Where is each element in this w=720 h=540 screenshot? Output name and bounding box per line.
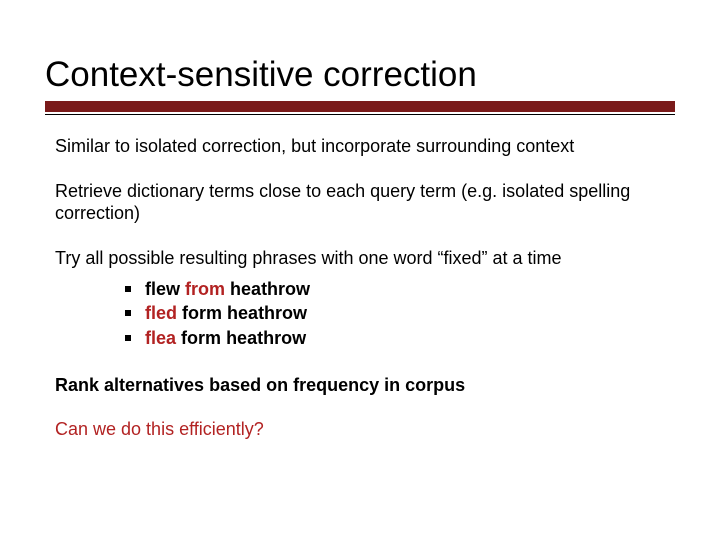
title-rule-dark [45,101,675,112]
list-item-text: fled form heathrow [145,301,307,325]
example-list: flew from heathrowfled form heathrowflea… [55,277,675,350]
list-item-text: flew from heathrow [145,277,310,301]
list-item: flew from heathrow [125,277,675,301]
square-bullet-icon [125,310,131,316]
list-item: fled form heathrow [125,301,675,325]
list-item-text: flea form heathrow [145,326,306,350]
paragraph-2: Retrieve dictionary terms close to each … [55,180,675,225]
paragraph-5: Can we do this efficiently? [55,418,675,441]
paragraph-3: Try all possible resulting phrases with … [55,247,675,270]
slide: Context-sensitive correction Similar to … [0,0,720,540]
square-bullet-icon [125,286,131,292]
paragraph-4: Rank alternatives based on frequency in … [55,374,675,397]
title-rule-thin [45,114,675,115]
slide-body: Similar to isolated correction, but inco… [45,135,675,441]
square-bullet-icon [125,335,131,341]
slide-title: Context-sensitive correction [45,55,675,95]
list-item: flea form heathrow [125,326,675,350]
paragraph-1: Similar to isolated correction, but inco… [55,135,675,158]
